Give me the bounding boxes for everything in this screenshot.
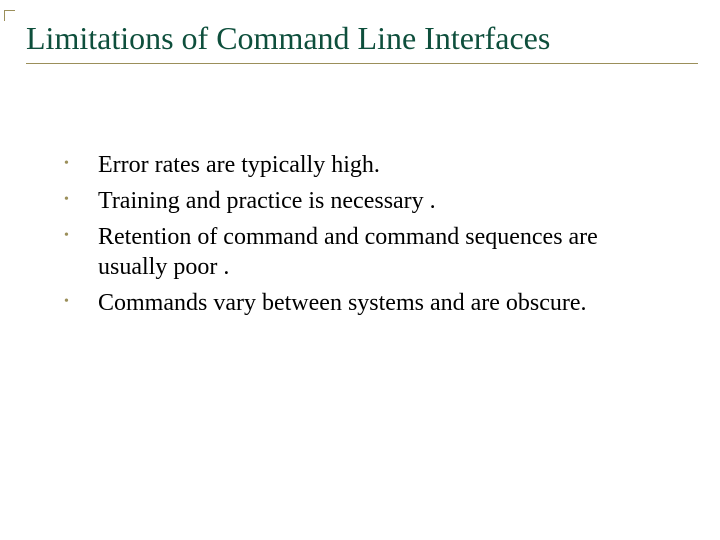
bullet-icon: • xyxy=(62,222,98,250)
list-item-text: Training and practice is necessary . xyxy=(98,186,436,216)
bullet-icon: • xyxy=(62,186,98,214)
list-item-text: Retention of command and command sequenc… xyxy=(98,222,668,282)
list-item: • Commands vary between systems and are … xyxy=(62,288,668,318)
list-item-text: Error rates are typically high. xyxy=(98,150,380,180)
list-item: • Training and practice is necessary . xyxy=(62,186,668,216)
slide-title: Limitations of Command Line Interfaces xyxy=(26,20,698,64)
title-corner-decoration xyxy=(4,10,15,21)
bullet-icon: • xyxy=(62,288,98,316)
bullet-icon: • xyxy=(62,150,98,178)
title-area: Limitations of Command Line Interfaces xyxy=(26,20,698,64)
list-item: • Retention of command and command seque… xyxy=(62,222,668,282)
list-item: • Error rates are typically high. xyxy=(62,150,668,180)
slide: Limitations of Command Line Interfaces •… xyxy=(0,0,720,540)
list-item-text: Commands vary between systems and are ob… xyxy=(98,288,587,318)
slide-body: • Error rates are typically high. • Trai… xyxy=(22,150,698,318)
